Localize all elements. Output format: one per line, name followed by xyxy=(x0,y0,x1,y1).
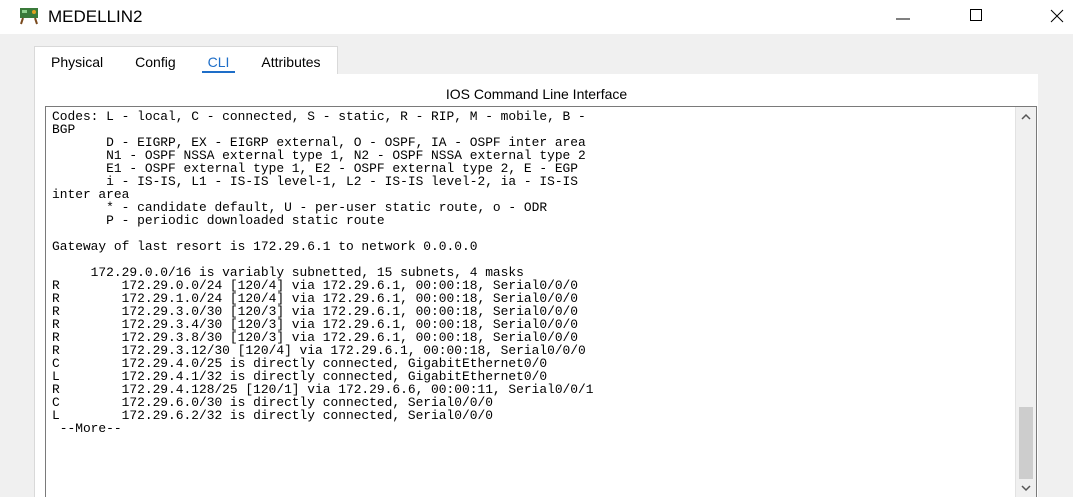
terminal-line: P - periodic downloaded static route xyxy=(52,213,385,228)
terminal-line: --More-- xyxy=(52,421,122,436)
tab-bar: Physical Config CLI Attributes xyxy=(34,46,338,75)
maximize-button[interactable] xyxy=(953,0,999,34)
close-icon xyxy=(1049,7,1065,28)
scroll-thumb[interactable] xyxy=(1019,407,1033,479)
terminal-line: L 172.29.6.2/32 is directly connected, S… xyxy=(52,408,493,423)
maximize-icon xyxy=(968,7,984,28)
terminal-output: Codes: L - local, C - connected, S - sta… xyxy=(52,110,1014,435)
tab-physical[interactable]: Physical xyxy=(35,47,119,75)
window-body: Physical Config CLI Attributes IOS Comma… xyxy=(0,34,1073,497)
tab-cli[interactable]: CLI xyxy=(192,47,246,75)
cli-terminal[interactable]: Codes: L - local, C - connected, S - sta… xyxy=(45,106,1037,497)
scroll-up-button[interactable] xyxy=(1016,107,1036,127)
cli-panel: IOS Command Line Interface Codes: L - lo… xyxy=(34,74,1038,497)
tab-attributes[interactable]: Attributes xyxy=(245,47,336,75)
tab-config[interactable]: Config xyxy=(119,47,191,75)
title-bar: MEDELLIN2 xyxy=(0,0,1073,34)
terminal-scrollbar[interactable] xyxy=(1015,107,1036,497)
scroll-down-button[interactable] xyxy=(1016,478,1036,497)
terminal-line: Codes: L - local, C - connected, S - sta… xyxy=(52,109,586,124)
minimize-icon xyxy=(895,7,911,28)
window-title: MEDELLIN2 xyxy=(48,7,143,26)
terminal-line: Gateway of last resort is 172.29.6.1 to … xyxy=(52,239,478,254)
terminal-line: i - IS-IS, L1 - IS-IS level-1, L2 - IS-I… xyxy=(52,174,579,189)
minimize-button[interactable] xyxy=(880,0,926,34)
panel-title: IOS Command Line Interface xyxy=(445,86,628,102)
chevron-down-icon xyxy=(1021,479,1031,497)
router-device-icon xyxy=(18,6,40,26)
chevron-up-icon xyxy=(1021,108,1031,126)
close-button[interactable] xyxy=(1040,0,1073,34)
device-window: MEDELLIN2 Physical Config CLI Attributes… xyxy=(0,0,1073,497)
